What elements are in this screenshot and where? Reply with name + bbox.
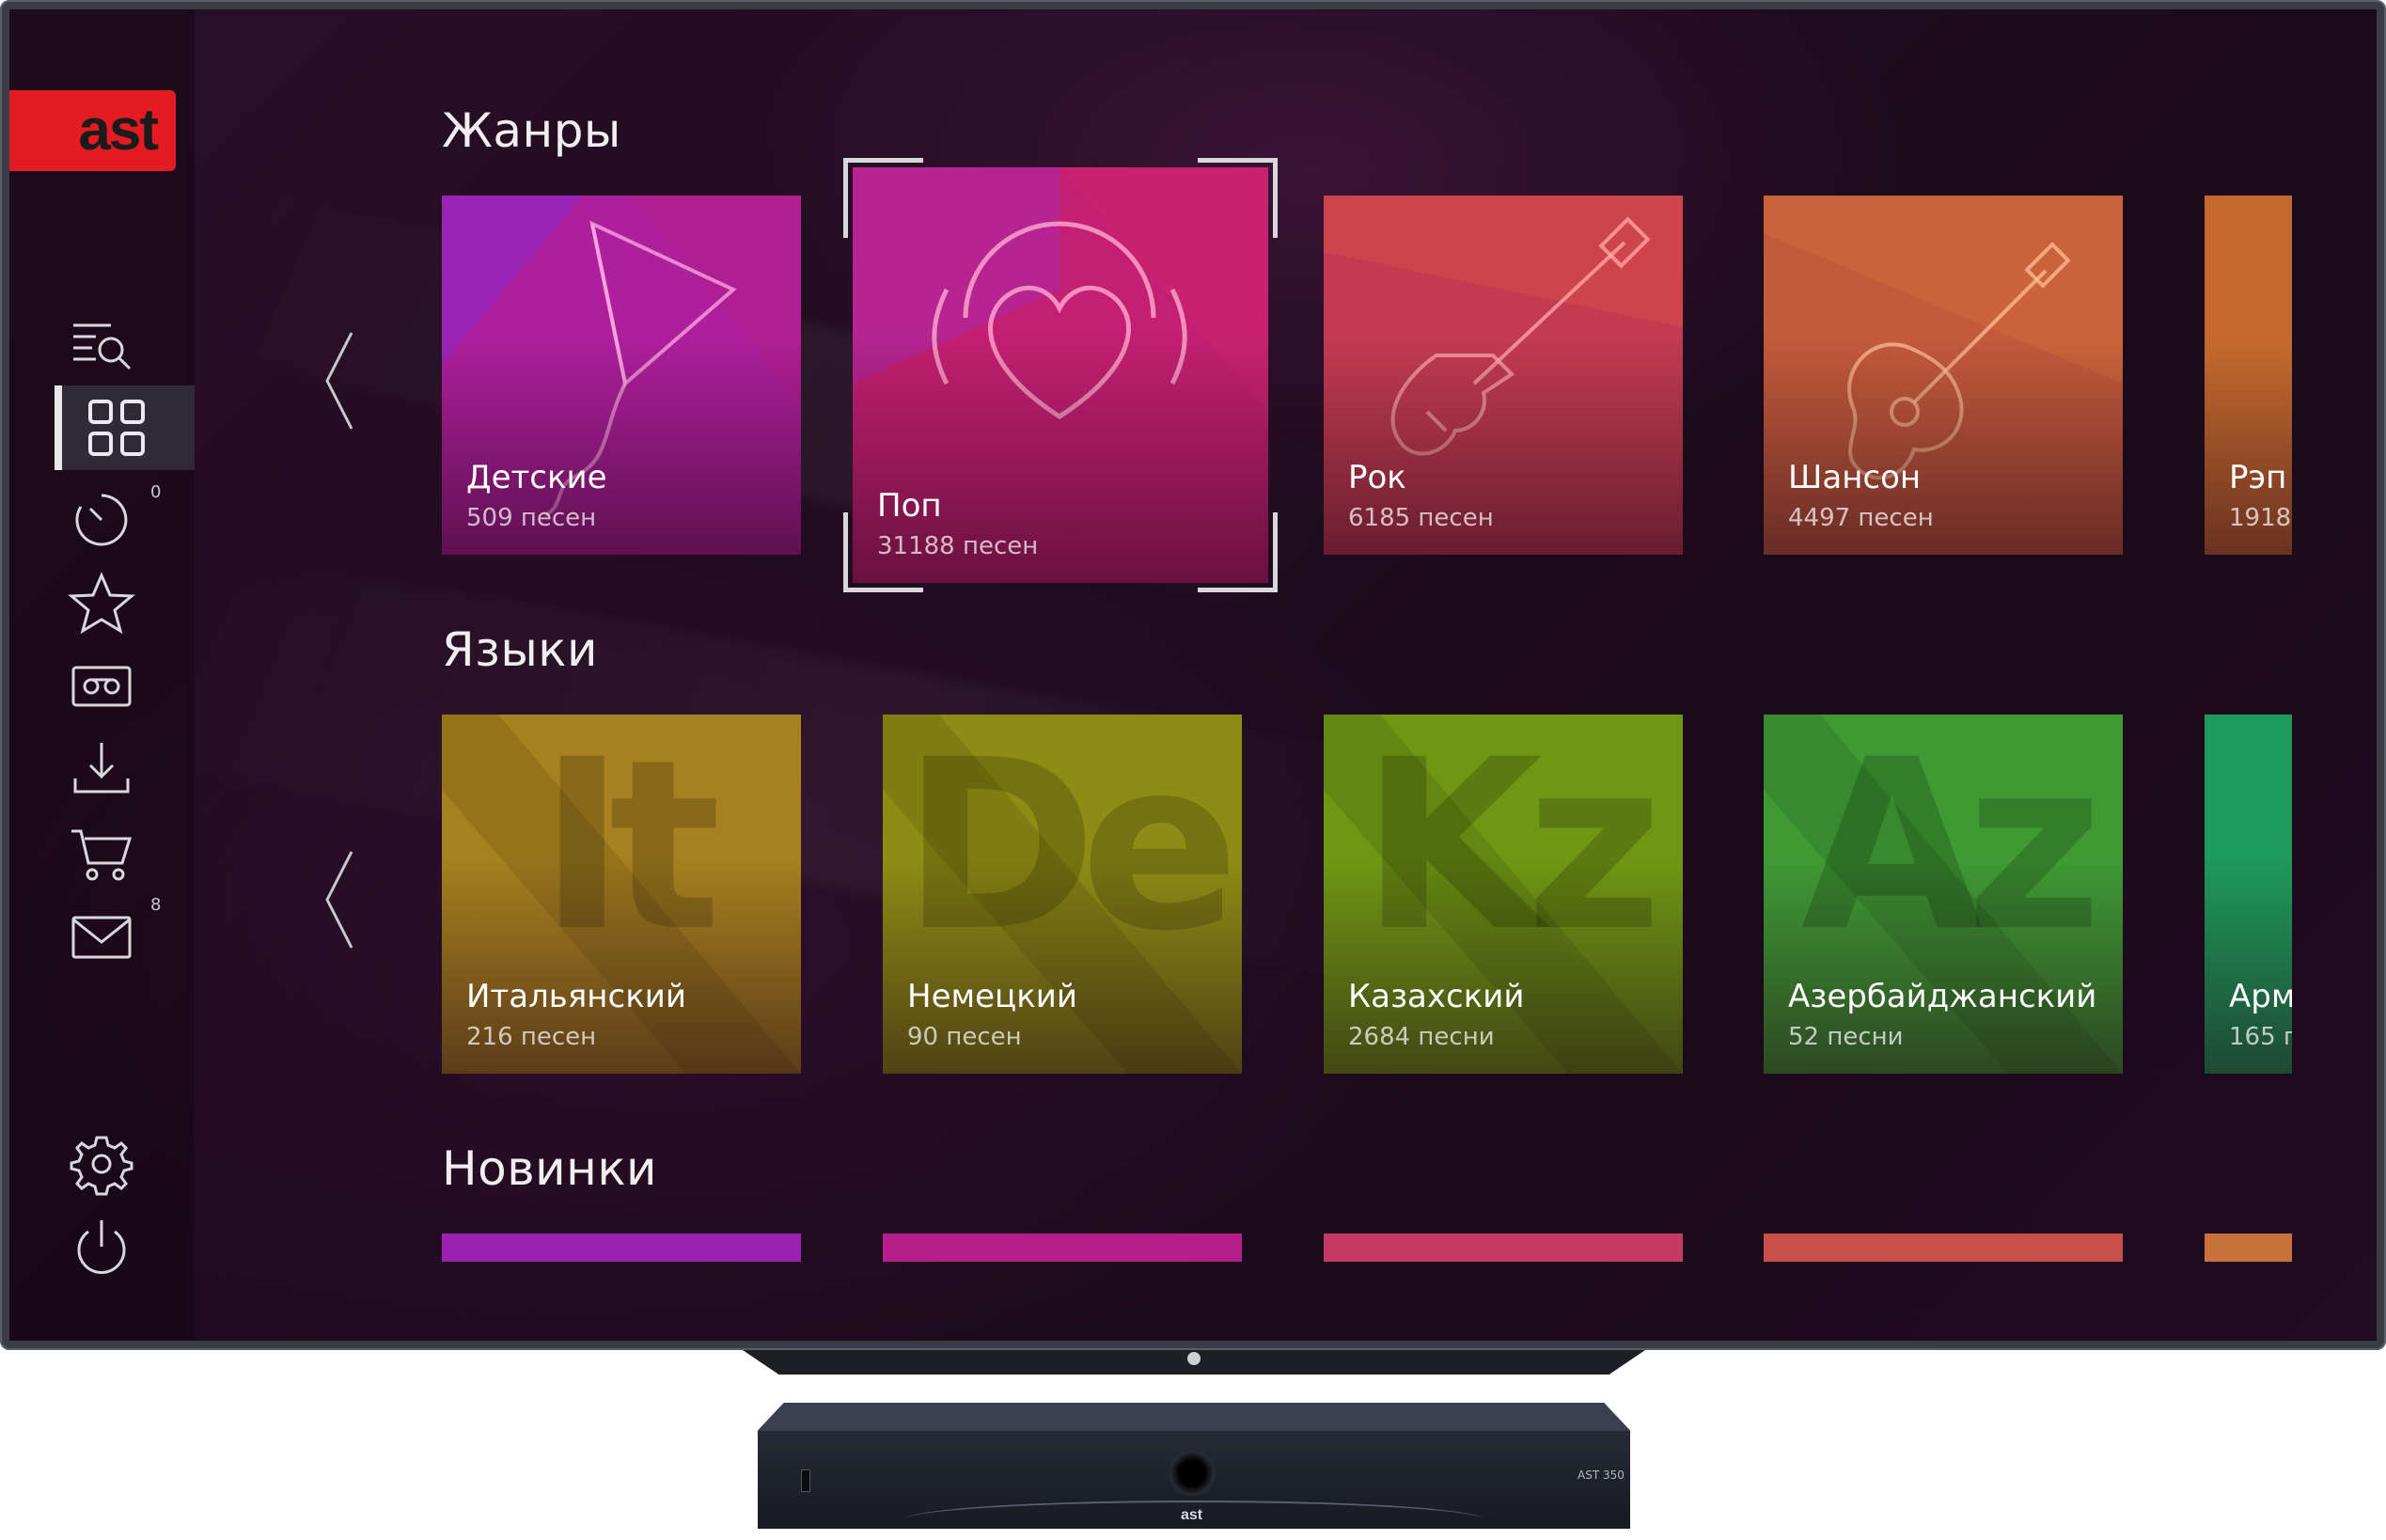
sidebar-item-downloads[interactable] <box>56 733 147 805</box>
sidebar-item-history[interactable]: 0 <box>56 482 161 556</box>
tile-count: 2684 песни <box>1348 1023 1495 1051</box>
language-tile-azerbaijani[interactable]: Az Азербайджанский 52 песни <box>1764 715 2123 1074</box>
mail-icon <box>71 916 132 959</box>
tile-name: Итальянский <box>466 978 686 1015</box>
search-list-icon <box>73 323 132 370</box>
tile-count: 6185 песен <box>1348 504 1494 532</box>
power-icon <box>77 1220 126 1274</box>
focus-frame <box>843 158 1278 592</box>
sidebar-item-power[interactable] <box>56 1213 147 1284</box>
tile-name: Рэп <box>2229 459 2287 496</box>
tile-name: Немецкий <box>907 978 1077 1015</box>
tile-name: Арм <box>2229 978 2292 1015</box>
set-top-box-logo: ast <box>1181 1507 1203 1523</box>
tile-count: 216 песен <box>466 1023 597 1051</box>
sidebar: ast 0 8 <box>9 9 195 1341</box>
section-title-new: Новинки <box>442 1141 658 1196</box>
genre-tile-rock[interactable]: Рок 6185 песен <box>1324 196 1683 555</box>
tile-name: Казахский <box>1348 978 1525 1015</box>
tile-count: 509 песен <box>466 504 597 532</box>
tile-name: Детские <box>466 459 607 496</box>
grid-icon <box>88 400 145 456</box>
sidebar-item-cart[interactable] <box>56 818 147 889</box>
sidebar-item-messages[interactable]: 8 <box>56 895 161 972</box>
tv-power-led <box>1187 1352 1201 1365</box>
tile-name: Азербайджанский <box>1788 978 2097 1015</box>
tile-count: 90 песен <box>907 1023 1022 1051</box>
new-tile-strip[interactable] <box>2205 1234 2292 1262</box>
set-top-box-usb-port <box>801 1469 810 1492</box>
genres-prev-arrow-icon[interactable] <box>322 329 359 432</box>
history-badge: 0 <box>150 482 162 502</box>
set-top-box-camera <box>1169 1451 1215 1496</box>
language-tile-armenian[interactable]: Арм 165 п <box>2205 715 2292 1074</box>
timer-icon <box>75 494 128 546</box>
ast-logo: ast <box>9 90 176 171</box>
tile-count: 4497 песен <box>1788 504 1934 532</box>
gear-icon <box>70 1136 133 1196</box>
section-title-genres: Жанры <box>442 103 621 158</box>
tile-name: Рок <box>1348 459 1406 496</box>
cassette-icon <box>71 666 132 707</box>
sidebar-item-settings[interactable] <box>56 1128 147 1200</box>
language-tile-german[interactable]: De Немецкий 90 песен <box>883 715 1242 1074</box>
tv-screen: ast 0 8 Жанры Детские 509 песен Поп 3118… <box>9 9 2377 1341</box>
new-tile-strip[interactable] <box>1324 1234 1683 1262</box>
new-tile-strip[interactable] <box>442 1234 801 1262</box>
genre-tile-rap[interactable]: Рэп 1918 п <box>2205 196 2292 555</box>
set-top-box-lid <box>758 1403 1630 1431</box>
genre-tile-kids[interactable]: Детские 509 песен <box>442 196 801 555</box>
sidebar-item-favorites[interactable] <box>56 568 147 639</box>
section-title-languages: Языки <box>442 622 599 677</box>
language-tile-italian[interactable]: It Итальянский 216 песен <box>442 715 801 1074</box>
download-icon <box>73 743 130 794</box>
tile-count: 1918 п <box>2229 504 2292 532</box>
language-tile-kazakh[interactable]: Kz Казахский 2684 песни <box>1324 715 1683 1074</box>
tile-count: 52 песни <box>1788 1023 1904 1051</box>
cart-icon <box>71 829 133 881</box>
sidebar-item-catalog[interactable] <box>55 385 195 470</box>
star-icon <box>68 572 135 635</box>
sidebar-item-recordings[interactable] <box>56 651 147 722</box>
messages-badge: 8 <box>150 895 162 915</box>
set-top-box-label: AST 350 <box>1578 1469 1625 1482</box>
tile-count: 165 п <box>2229 1023 2292 1051</box>
sidebar-item-search[interactable] <box>56 310 147 382</box>
genre-tile-chanson[interactable]: Шансон 4497 песен <box>1764 196 2123 555</box>
new-tile-strip[interactable] <box>1764 1234 2123 1262</box>
tile-name: Шансон <box>1788 459 1922 496</box>
languages-prev-arrow-icon[interactable] <box>322 848 359 951</box>
new-tile-strip[interactable] <box>883 1234 1242 1262</box>
